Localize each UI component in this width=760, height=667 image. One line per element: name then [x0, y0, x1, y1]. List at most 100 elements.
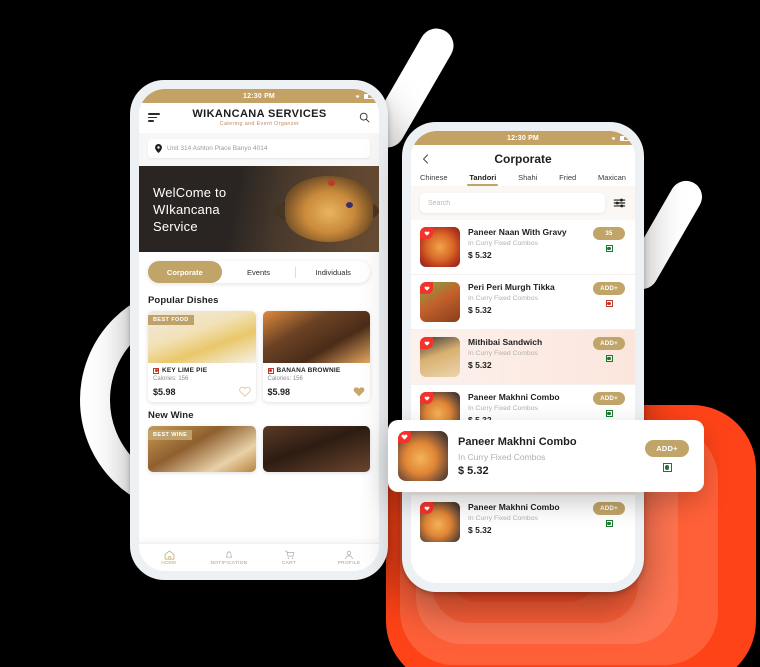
food-info: Paneer Naan With Gravy In Curry Fixed Com… — [468, 227, 584, 260]
scene-background: 12:30 PM WIKANCANA SERVICES Catering and… — [0, 0, 760, 667]
chevron-left-icon[interactable] — [421, 154, 431, 164]
banner-line: WIkancana — [153, 202, 220, 218]
nonveg-marker-icon — [153, 367, 159, 374]
dish-calories: Calories: 156 — [153, 376, 189, 382]
heart-icon[interactable] — [420, 392, 433, 404]
nav-item-notification[interactable]: NOTIFICATION — [199, 550, 259, 566]
cart-icon — [284, 550, 294, 559]
segment-corporate[interactable]: Corporate — [148, 261, 222, 283]
food-thumbnail — [398, 431, 448, 481]
new-wine-list: BEST WINE — [148, 426, 370, 472]
hamburger-icon[interactable] — [148, 113, 160, 122]
tab-fried[interactable]: Fried — [559, 173, 576, 186]
dish-price: $5.98 — [153, 386, 176, 397]
heart-icon[interactable] — [420, 502, 433, 514]
food-thumbnail — [420, 227, 460, 267]
food-item-list[interactable]: Paneer Naan With Gravy In Curry Fixed Com… — [411, 220, 635, 583]
address-section: Unit 314 Ashton Place Banyo 4014 — [139, 133, 379, 166]
tab-tandori[interactable]: Tandori — [467, 173, 499, 186]
phone-mockup-category: 12:30 PM Corporate Chinese Tandori Shahi — [402, 122, 644, 592]
app-header: WIKANCANA SERVICES Catering and Event Or… — [139, 103, 379, 133]
dish-image: BEST FOOD — [148, 311, 256, 363]
search-icon[interactable] — [359, 112, 370, 123]
heart-icon[interactable] — [420, 282, 433, 294]
veg-marker-icon — [605, 410, 613, 417]
food-name: Mithibai Sandwich — [468, 337, 543, 347]
add-button[interactable]: ADD+ — [645, 440, 689, 457]
highlighted-food-card[interactable]: Paneer Makhni Combo In Curry Fixed Combo… — [388, 420, 704, 492]
food-list-item[interactable]: Paneer Naan With Gravy In Curry Fixed Com… — [411, 220, 635, 274]
dish-name: KEY LIME PIE — [162, 367, 208, 374]
banner-berry-1 — [328, 180, 335, 186]
address-bar[interactable]: Unit 314 Ashton Place Banyo 4014 — [148, 139, 370, 158]
add-button[interactable]: ADD+ — [593, 502, 625, 515]
food-actions: ADD+ — [592, 502, 626, 527]
food-actions: ADD+ — [592, 282, 626, 307]
dish-card[interactable]: BEST FOOD KEY LIME PIE Calories: 156 $5.… — [148, 311, 256, 402]
status-bar-time: 12:30 PM — [507, 134, 539, 142]
food-name: Paneer Makhni Combo — [468, 392, 560, 402]
page-title: Corporate — [494, 152, 552, 166]
wine-card[interactable]: BEST WINE — [148, 426, 256, 472]
veg-marker-icon — [605, 355, 613, 362]
battery-icon — [364, 93, 374, 99]
phone-mockup-home: 12:30 PM WIKANCANA SERVICES Catering and… — [130, 80, 388, 580]
banner-line: Service — [153, 219, 198, 235]
nonveg-marker-icon — [267, 367, 274, 374]
nav-item-cart[interactable]: CART — [259, 550, 319, 566]
section-title-new-wine: New Wine — [148, 410, 194, 421]
food-actions: ADD+ — [644, 440, 690, 472]
segmented-control: Corporate Events Individuals — [148, 261, 370, 283]
wine-card[interactable] — [262, 426, 370, 472]
heart-icon[interactable] — [420, 337, 433, 349]
heart-filled-icon[interactable] — [353, 386, 365, 397]
food-price: $ 5.32 — [468, 304, 492, 315]
category-tab-bar: Chinese Tandori Shahi Fried Maxican — [411, 170, 635, 186]
veg-marker-icon — [605, 245, 613, 252]
food-info: Mithibai Sandwich In Curry Fixed Combos $ … — [468, 337, 584, 370]
status-bar-time: 12:30 PM — [243, 92, 275, 100]
section-title-popular: Popular Dishes — [148, 295, 219, 306]
add-button[interactable]: 35 — [593, 227, 625, 240]
filter-sliders-icon[interactable] — [613, 197, 626, 209]
food-price: $ 5.32 — [468, 524, 492, 535]
food-actions: ADD+ — [592, 392, 626, 417]
food-list-item[interactable]: Paneer Makhni Combo In Curry Fixed Combos… — [411, 494, 635, 549]
nav-item-profile[interactable]: PROFILE — [319, 550, 379, 566]
page-title: WIKANCANA SERVICES — [192, 108, 327, 120]
segment-individuals[interactable]: Individuals — [296, 261, 370, 283]
food-price: $ 5.32 — [468, 249, 492, 260]
search-input[interactable] — [428, 199, 597, 207]
food-subtitle: In Curry Fixed Combos — [468, 294, 538, 302]
wine-image: BEST WINE — [148, 426, 256, 472]
food-thumbnail — [420, 282, 460, 322]
add-button[interactable]: ADD+ — [593, 392, 625, 405]
search-box[interactable] — [420, 193, 605, 213]
food-name: Paneer Makhni Combo — [458, 436, 577, 449]
heart-icon[interactable] — [398, 431, 411, 443]
bell-icon — [225, 550, 233, 558]
food-list-item[interactable]: Mithibai Sandwich In Curry Fixed Combos $ … — [411, 329, 635, 384]
brand-block: WIKANCANA SERVICES Catering and Event Or… — [160, 108, 359, 127]
food-list-item[interactable]: Peri Peri Murgh Tikka In Curry Fixed Comb… — [411, 274, 635, 329]
food-thumbnail — [420, 337, 460, 377]
tab-maxican[interactable]: Maxican — [598, 173, 626, 186]
tab-shahi[interactable]: Shahi — [518, 173, 537, 186]
dish-calories: Calories: 156 — [267, 376, 303, 382]
best-wine-badge: BEST WINE — [148, 430, 193, 440]
heart-outline-icon[interactable] — [238, 386, 251, 397]
add-button[interactable]: ADD+ — [593, 337, 625, 350]
nav-label: PROFILE — [337, 560, 361, 566]
tab-chinese[interactable]: Chinese — [420, 173, 448, 186]
heart-icon[interactable] — [420, 227, 433, 239]
nav-label: CART — [281, 560, 297, 566]
nav-item-home[interactable]: HOME — [139, 549, 199, 566]
add-button[interactable]: ADD+ — [593, 282, 625, 295]
food-info: Paneer Makhni Combo In Curry Fixed Combo… — [458, 435, 634, 476]
segment-events[interactable]: Events — [222, 261, 296, 283]
dish-card[interactable]: BANANA BROWNIE Calories: 156 $5.98 — [262, 311, 370, 402]
home-icon — [164, 549, 174, 560]
welcome-banner[interactable]: WelCome to WIkancana Service — [139, 166, 379, 252]
nav-label: NOTIFICATION — [210, 560, 248, 566]
home-scroll-area[interactable]: Popular Dishes BEST FOOD KEY LIME PIE Ca… — [139, 287, 379, 571]
